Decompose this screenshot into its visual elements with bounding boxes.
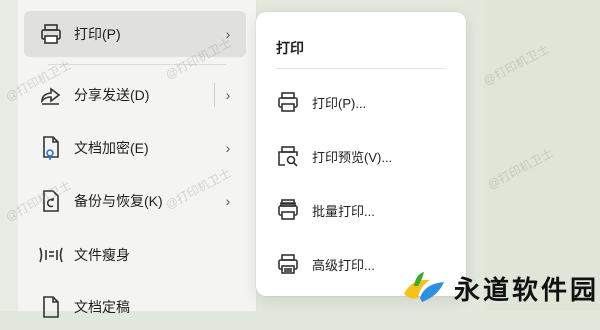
menu-item-label: 打印(P) xyxy=(74,26,121,42)
file-menu: 打印(P) › 分享发送(D) › 文档加密(E) › 备份与恢复(K) › 文… xyxy=(18,0,257,318)
printer-icon xyxy=(276,90,300,114)
menu-item-label: 文档加密(E) xyxy=(74,140,149,156)
menu-divider xyxy=(48,64,226,65)
menu-item-share[interactable]: 分享发送(D) › xyxy=(24,72,246,118)
menu-item-label: 备份与恢复(K) xyxy=(74,193,163,209)
menu-item-label: 文档定稿 xyxy=(74,299,130,315)
submenu-item-print[interactable]: 打印(P)... xyxy=(276,82,451,122)
print-submenu: 打印 打印(P)... 打印预览(V)... 批量打印... 高级打印... xyxy=(256,12,466,296)
backup-icon xyxy=(38,188,64,214)
advanced-print-icon xyxy=(276,252,300,276)
left-background-strip xyxy=(0,0,18,311)
menu-item-label: 分享发送(D) xyxy=(74,87,150,103)
submenu-item-label: 批量打印... xyxy=(312,203,375,219)
brand-logo: 永道软件园 xyxy=(400,268,599,308)
brand-logo-mark xyxy=(404,272,444,302)
menu-item-document-final[interactable]: 文档定稿 xyxy=(24,284,246,330)
print-preview-icon xyxy=(276,144,300,168)
chevron-right-icon: › xyxy=(225,193,231,209)
submenu-divider xyxy=(276,68,446,69)
split-button-separator xyxy=(214,83,215,107)
submenu-item-label: 高级打印... xyxy=(312,257,375,273)
submenu-title: 打印 xyxy=(276,40,304,56)
file-slim-icon xyxy=(38,242,64,268)
menu-item-encrypt[interactable]: 文档加密(E) › xyxy=(24,125,246,171)
menu-item-file-slim[interactable]: 文件瘦身 xyxy=(24,232,246,278)
document-final-icon xyxy=(38,294,64,320)
submenu-item-print-preview[interactable]: 打印预览(V)... xyxy=(276,136,451,176)
chevron-right-icon: › xyxy=(225,26,231,42)
brand-logo-text: 永道软件园 xyxy=(454,275,600,306)
submenu-item-label: 打印(P)... xyxy=(312,95,367,111)
document-lock-icon xyxy=(38,135,64,161)
chevron-right-icon: › xyxy=(225,87,231,103)
batch-print-icon xyxy=(276,198,300,222)
right-background-column xyxy=(484,0,600,311)
menu-item-print[interactable]: 打印(P) › xyxy=(24,11,246,57)
chevron-right-icon: › xyxy=(225,140,231,156)
menu-item-backup[interactable]: 备份与恢复(K) › xyxy=(24,178,246,224)
submenu-item-label: 打印预览(V)... xyxy=(312,149,393,165)
submenu-item-batch-print[interactable]: 批量打印... xyxy=(276,190,451,230)
menu-item-label: 文件瘦身 xyxy=(74,247,130,263)
printer-icon xyxy=(38,21,64,47)
share-icon xyxy=(38,82,64,108)
